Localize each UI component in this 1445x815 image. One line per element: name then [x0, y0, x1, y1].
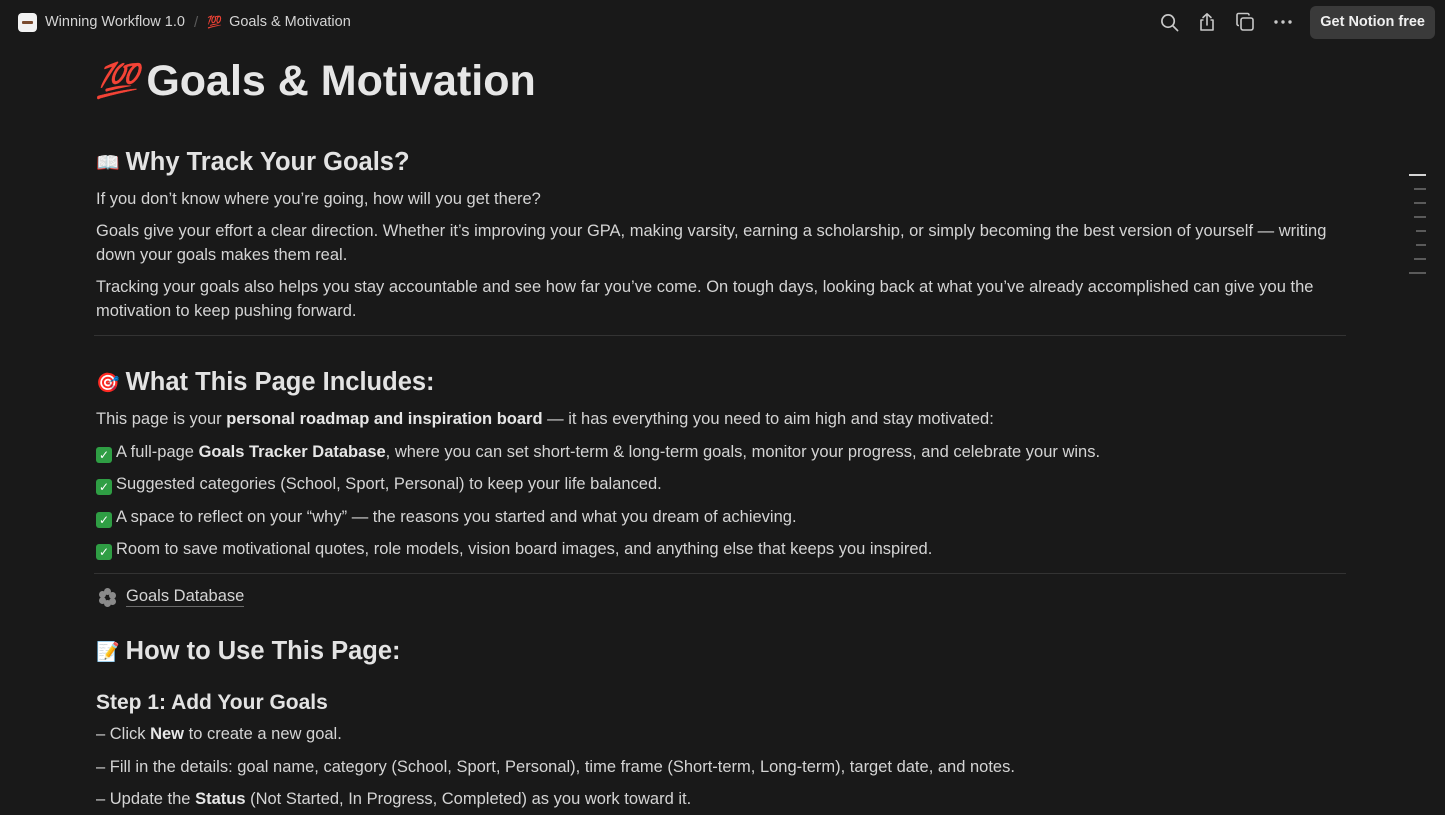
heading-what-includes: 🎯 What This Page Includes: — [96, 368, 1348, 397]
more-options-icon[interactable] — [1264, 6, 1302, 38]
toc-line[interactable] — [1414, 188, 1426, 190]
check-mark-icon: ✓ — [96, 479, 112, 495]
hundred-points-icon[interactable]: 💯 — [96, 61, 138, 101]
item-text-end: to create a new goal. — [184, 725, 342, 743]
page-emoji-icon: 💯 — [207, 15, 223, 29]
breadcrumb-page[interactable]: Goals & Motivation — [229, 14, 351, 30]
breadcrumb-workspace[interactable]: Winning Workflow 1.0 — [45, 14, 185, 30]
intro-text-end: — it has everything you need to aim high… — [542, 410, 994, 428]
item-bold: Status — [195, 790, 246, 808]
item-text: – Update the — [96, 790, 196, 808]
divider — [94, 335, 1346, 336]
toc-line[interactable] — [1409, 174, 1426, 176]
check-mark-icon: ✓ — [96, 544, 112, 560]
toc-line[interactable] — [1416, 230, 1426, 232]
item-text-end: (Not Started, In Progress, Completed) as… — [245, 790, 692, 808]
list-item[interactable]: ✓ Suggested categories (School, Sport, Pe… — [96, 472, 1348, 496]
paragraph-includes-intro[interactable]: This page is your personal roadmap and i… — [96, 407, 1348, 431]
heading-what-includes-text[interactable]: What This Page Includes: — [126, 368, 435, 397]
toc-line[interactable] — [1414, 216, 1426, 218]
table-of-contents-minimap[interactable] — [1408, 174, 1426, 286]
item-text: A full-page — [116, 442, 199, 461]
divider — [94, 573, 1346, 574]
database-icon — [98, 587, 118, 607]
check-mark-icon: ✓ — [96, 446, 112, 463]
memo-icon: 📝 — [96, 641, 120, 663]
share-icon[interactable] — [1188, 6, 1226, 38]
page-title-text[interactable]: Goals & Motivation — [146, 57, 535, 106]
item-bold: New — [150, 725, 185, 743]
direct-hit-icon: 🎯 — [96, 372, 120, 394]
paragraph-why-3[interactable]: Tracking your goals also helps you stay … — [96, 275, 1348, 323]
list-item[interactable]: ✓ A full-page Goals Tracker Database, whe… — [96, 440, 1348, 464]
get-notion-free-button[interactable]: Get Notion free — [1310, 5, 1435, 39]
heading-why-track-text[interactable]: Why Track Your Goals? — [126, 148, 410, 177]
breadcrumb: Winning Workflow 1.0 / 💯 Goals & Motivat… — [18, 12, 351, 32]
item-text: Room to save motivational quotes, role m… — [116, 540, 933, 558]
item-text-end: , where you can set short-term & long-te… — [385, 442, 1101, 461]
page-content: 💯 Goals & Motivation 📖 Why Track Your Go… — [94, 44, 1348, 811]
step-1-heading[interactable]: Step 1: Add Your Goals — [96, 691, 1348, 715]
page-title: 💯 Goals & Motivation — [96, 56, 1348, 106]
heading-how-to-use-text[interactable]: How to Use This Page: — [126, 637, 401, 666]
breadcrumb-separator: / — [193, 13, 199, 31]
duplicate-icon[interactable] — [1226, 6, 1264, 38]
intro-bold: personal roadmap and inspiration board — [226, 410, 543, 428]
list-item[interactable]: ✓ A space to reflect on your “why” — the … — [96, 505, 1348, 529]
item-text: – Click — [96, 725, 151, 743]
item-text: A space to reflect on your “why” — the r… — [116, 507, 797, 526]
list-item[interactable]: – Update the Status (Not Started, In Pro… — [96, 787, 1348, 811]
open-book-icon: 📖 — [96, 152, 120, 174]
intro-text: This page is your — [96, 410, 227, 428]
toc-line[interactable] — [1414, 258, 1426, 260]
list-item[interactable]: – Click New to create a new goal. — [96, 722, 1348, 746]
workspace-logo-icon[interactable] — [18, 12, 37, 32]
toc-line[interactable] — [1414, 202, 1426, 204]
paragraph-why-1[interactable]: If you don’t know where you’re going, ho… — [96, 187, 1348, 211]
goals-database-link-text[interactable]: Goals Database — [126, 586, 245, 607]
list-item[interactable]: – Fill in the details: goal name, catego… — [96, 755, 1348, 779]
item-text: Suggested categories (School, Sport, Per… — [116, 475, 662, 493]
top-bar: Winning Workflow 1.0 / 💯 Goals & Motivat… — [0, 0, 1445, 44]
check-mark-icon: ✓ — [96, 511, 112, 528]
item-bold: Goals Tracker Database — [198, 442, 386, 461]
list-item[interactable]: ✓ Room to save motivational quotes, role … — [96, 537, 1348, 561]
search-icon[interactable] — [1150, 6, 1188, 38]
paragraph-why-2[interactable]: Goals give your effort a clear direction… — [96, 219, 1348, 267]
toc-line[interactable] — [1409, 272, 1426, 274]
goals-database-link[interactable]: Goals Database — [98, 586, 1348, 607]
heading-why-track: 📖 Why Track Your Goals? — [96, 148, 1348, 177]
heading-how-to-use: 📝 How to Use This Page: — [96, 637, 1348, 666]
toc-line[interactable] — [1416, 244, 1426, 246]
